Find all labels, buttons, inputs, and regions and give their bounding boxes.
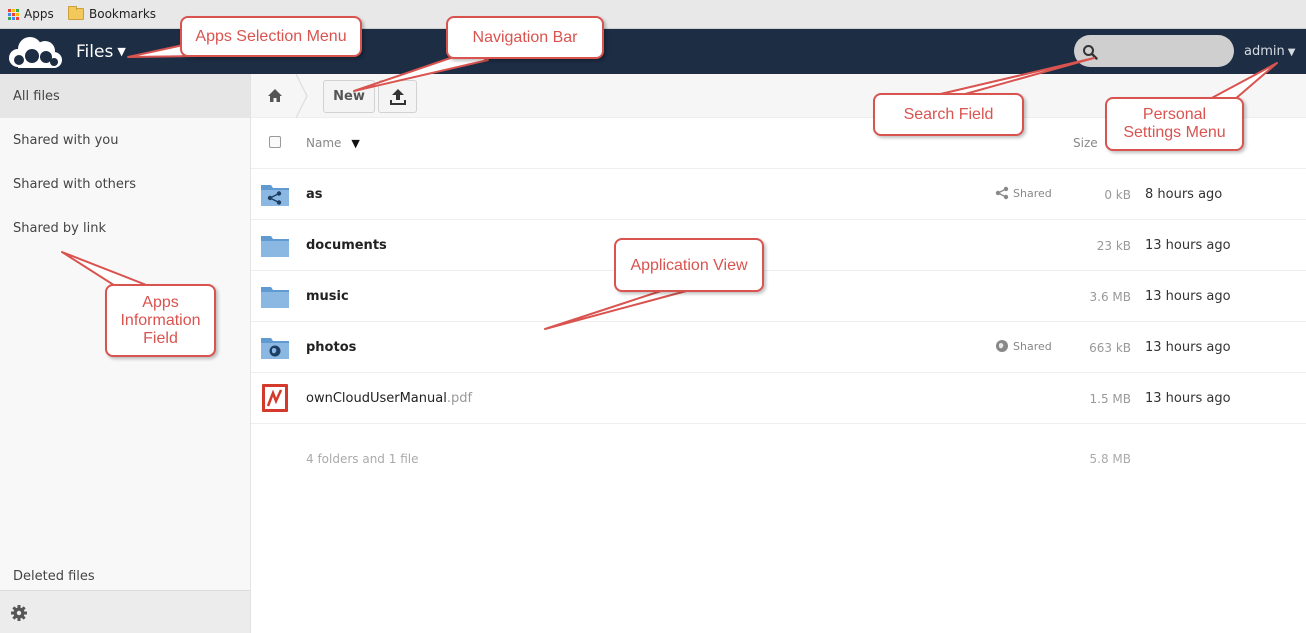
caret-down-icon: ▼ <box>117 45 126 58</box>
sidebar-item-shared-with-others[interactable]: Shared with others <box>0 162 250 206</box>
public-folder-icon <box>261 338 289 359</box>
file-basename: ownCloudUserManual <box>306 391 447 406</box>
file-name[interactable]: ownCloudUserManual.pdf <box>306 391 472 406</box>
sort-down-icon: ▼ <box>351 137 360 150</box>
table-row[interactable]: photos Shared 663 kB 13 hours ago <box>251 322 1306 373</box>
file-modified: 13 hours ago <box>1145 289 1231 304</box>
file-size: 0 kB <box>1104 188 1131 202</box>
column-header-name-label: Name <box>306 136 342 150</box>
callout-navigation-bar: Navigation Bar <box>446 16 604 59</box>
sidebar-item-shared-by-link[interactable]: Shared by link <box>0 206 250 250</box>
file-size: 663 kB <box>1089 341 1131 355</box>
upload-button[interactable] <box>378 80 417 113</box>
file-modified: 8 hours ago <box>1145 187 1223 202</box>
file-name[interactable]: documents <box>306 238 387 253</box>
app-name: Files <box>76 42 114 62</box>
bookmark-apps[interactable]: Apps <box>8 7 54 21</box>
breadcrumb-separator <box>295 74 308 118</box>
file-name[interactable]: as <box>306 187 323 202</box>
search-input[interactable] <box>1074 35 1234 67</box>
bookmark-bookmarks-folder[interactable]: Bookmarks <box>68 6 157 21</box>
globe-icon <box>996 340 1008 352</box>
select-all-checkbox[interactable] <box>269 136 281 148</box>
folder-icon <box>68 6 84 20</box>
file-modified: 13 hours ago <box>1145 391 1231 406</box>
home-icon <box>268 89 282 102</box>
settings-bar[interactable] <box>0 590 250 633</box>
column-header-name[interactable]: Name ▼ <box>306 136 360 150</box>
apps-grid-icon <box>8 8 19 20</box>
callout-apps-selection-menu: Apps Selection Menu <box>180 16 362 57</box>
summary-text: 4 folders and 1 file <box>306 452 419 466</box>
sidebar-item-all-files[interactable]: All files <box>0 74 250 118</box>
file-extension: .pdf <box>446 391 473 406</box>
table-row[interactable]: ownCloudUserManual.pdf 1.5 MB 13 hours a… <box>251 373 1306 424</box>
new-button[interactable]: New <box>323 80 375 113</box>
file-modified: 13 hours ago <box>1145 340 1231 355</box>
folder-icon <box>261 287 289 308</box>
table-row[interactable]: documents 23 kB 13 hours ago <box>251 220 1306 271</box>
pdf-file-icon <box>262 384 288 412</box>
callout-apps-information-field: Apps Information Field <box>105 284 216 357</box>
callout-application-view: Application View <box>614 238 764 292</box>
sidebar-item-shared-with-you[interactable]: Shared with you <box>0 118 250 162</box>
search-icon <box>1083 45 1098 60</box>
column-header-size[interactable]: Size <box>1073 136 1098 150</box>
user-name: admin <box>1244 44 1285 59</box>
callout-personal-settings-menu: Personal Settings Menu <box>1105 97 1244 151</box>
file-modified: 13 hours ago <box>1145 238 1231 253</box>
owncloud-logo-icon[interactable] <box>6 34 64 70</box>
bookmark-bookmarks-label: Bookmarks <box>89 7 157 21</box>
file-summary: 4 folders and 1 file 5.8 MB <box>251 443 1306 473</box>
upload-icon <box>390 89 406 105</box>
file-size: 3.6 MB <box>1089 290 1131 304</box>
summary-size: 5.8 MB <box>1089 452 1131 466</box>
shared-folder-icon <box>261 185 289 206</box>
personal-settings-menu[interactable]: admin ▼ <box>1244 44 1295 59</box>
gear-icon[interactable] <box>10 604 28 622</box>
file-size: 23 kB <box>1096 239 1131 253</box>
table-row[interactable]: music 3.6 MB 13 hours ago <box>251 271 1306 322</box>
callout-search-field: Search Field <box>873 93 1024 136</box>
table-row[interactable]: as Shared 0 kB 8 hours ago <box>251 169 1306 220</box>
folder-icon <box>261 236 289 257</box>
file-name[interactable]: music <box>306 289 349 304</box>
caret-down-icon: ▼ <box>1287 47 1296 58</box>
file-size: 1.5 MB <box>1089 392 1131 406</box>
file-name[interactable]: photos <box>306 340 356 355</box>
apps-selection-menu[interactable]: Files ▼ <box>76 42 126 62</box>
bookmark-apps-label: Apps <box>24 7 54 21</box>
share-icon <box>995 186 1009 200</box>
